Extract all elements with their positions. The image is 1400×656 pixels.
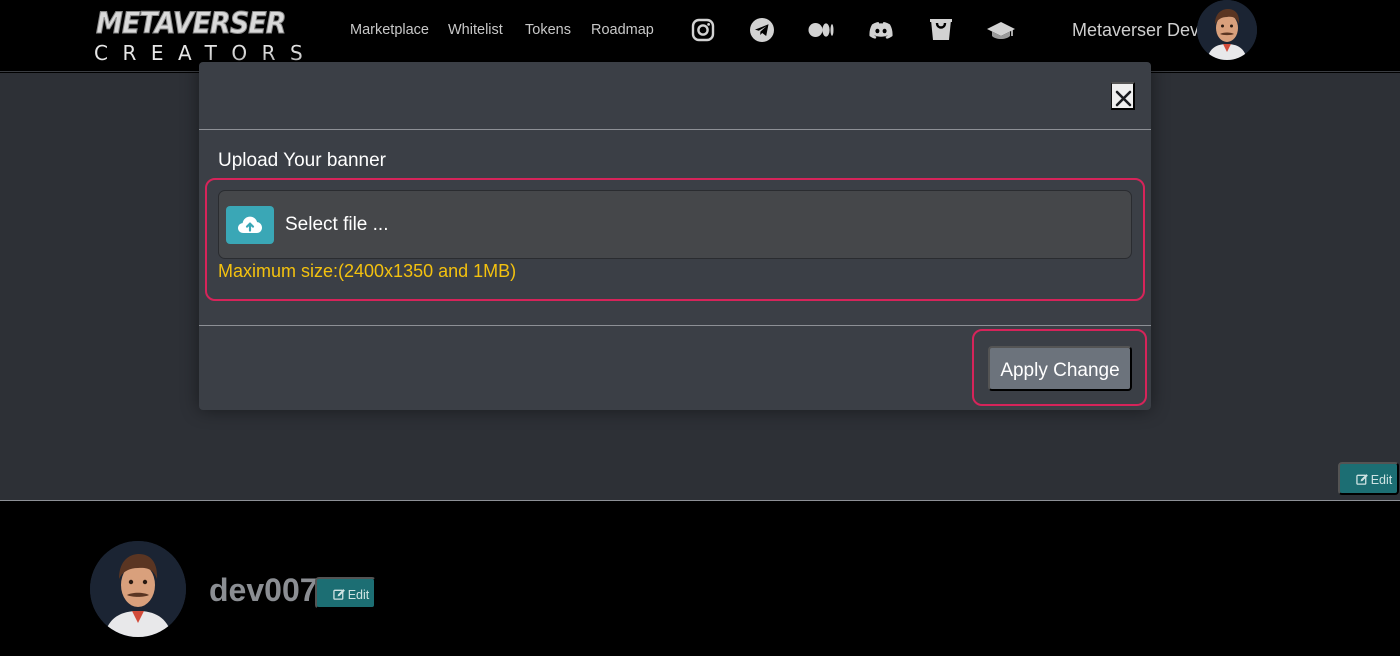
- discord-icon[interactable]: [867, 16, 895, 44]
- banner-edit-button[interactable]: Edit: [1338, 462, 1399, 495]
- nav-link-roadmap[interactable]: Roadmap: [591, 19, 654, 41]
- modal-footer-divider: [199, 325, 1151, 326]
- telegram-icon[interactable]: [748, 16, 776, 44]
- medium-icon[interactable]: [807, 16, 835, 44]
- logo-subtitle: CREATORS: [94, 41, 318, 65]
- logo-wordmark: METAVERSER: [96, 6, 287, 42]
- nav-link-marketplace[interactable]: Marketplace: [350, 19, 429, 41]
- upload-button[interactable]: [226, 206, 274, 244]
- profile-edit-label: Edit: [347, 588, 370, 602]
- nav-link-tokens[interactable]: Tokens: [525, 19, 571, 41]
- file-select-field[interactable]: Select file ...: [218, 190, 1132, 259]
- shop-bag-icon[interactable]: [927, 16, 955, 44]
- select-file-text: Select file ...: [285, 214, 389, 235]
- upload-banner-modal: Upload Your banner Select file ... Maxim…: [199, 62, 1151, 410]
- edit-icon: [1355, 474, 1368, 485]
- profile-username: dev007: [209, 572, 318, 608]
- banner-edit-label: Edit: [1370, 473, 1393, 487]
- edit-icon: [332, 589, 345, 600]
- nav-link-whitelist[interactable]: Whitelist: [448, 19, 503, 41]
- cloud-upload-icon: [238, 216, 262, 233]
- hat-icon[interactable]: [985, 16, 1017, 44]
- close-icon: [1115, 90, 1132, 107]
- modal-close-button[interactable]: [1111, 82, 1135, 110]
- modal-header: [199, 62, 1151, 130]
- user-avatar[interactable]: [1197, 0, 1257, 60]
- profile-edit-button[interactable]: Edit: [315, 577, 376, 609]
- instagram-icon[interactable]: [689, 16, 717, 44]
- user-name[interactable]: Metaverser Dev: [1072, 17, 1199, 43]
- profile-avatar: [90, 541, 186, 637]
- max-size-hint: Maximum size:(2400x1350 and 1MB): [218, 261, 517, 281]
- metaverser-creators-logo[interactable]: METAVERSER CREATORS: [92, 6, 318, 65]
- apply-change-button[interactable]: Apply Change: [988, 346, 1132, 391]
- upload-banner-label: Upload Your banner: [218, 150, 386, 171]
